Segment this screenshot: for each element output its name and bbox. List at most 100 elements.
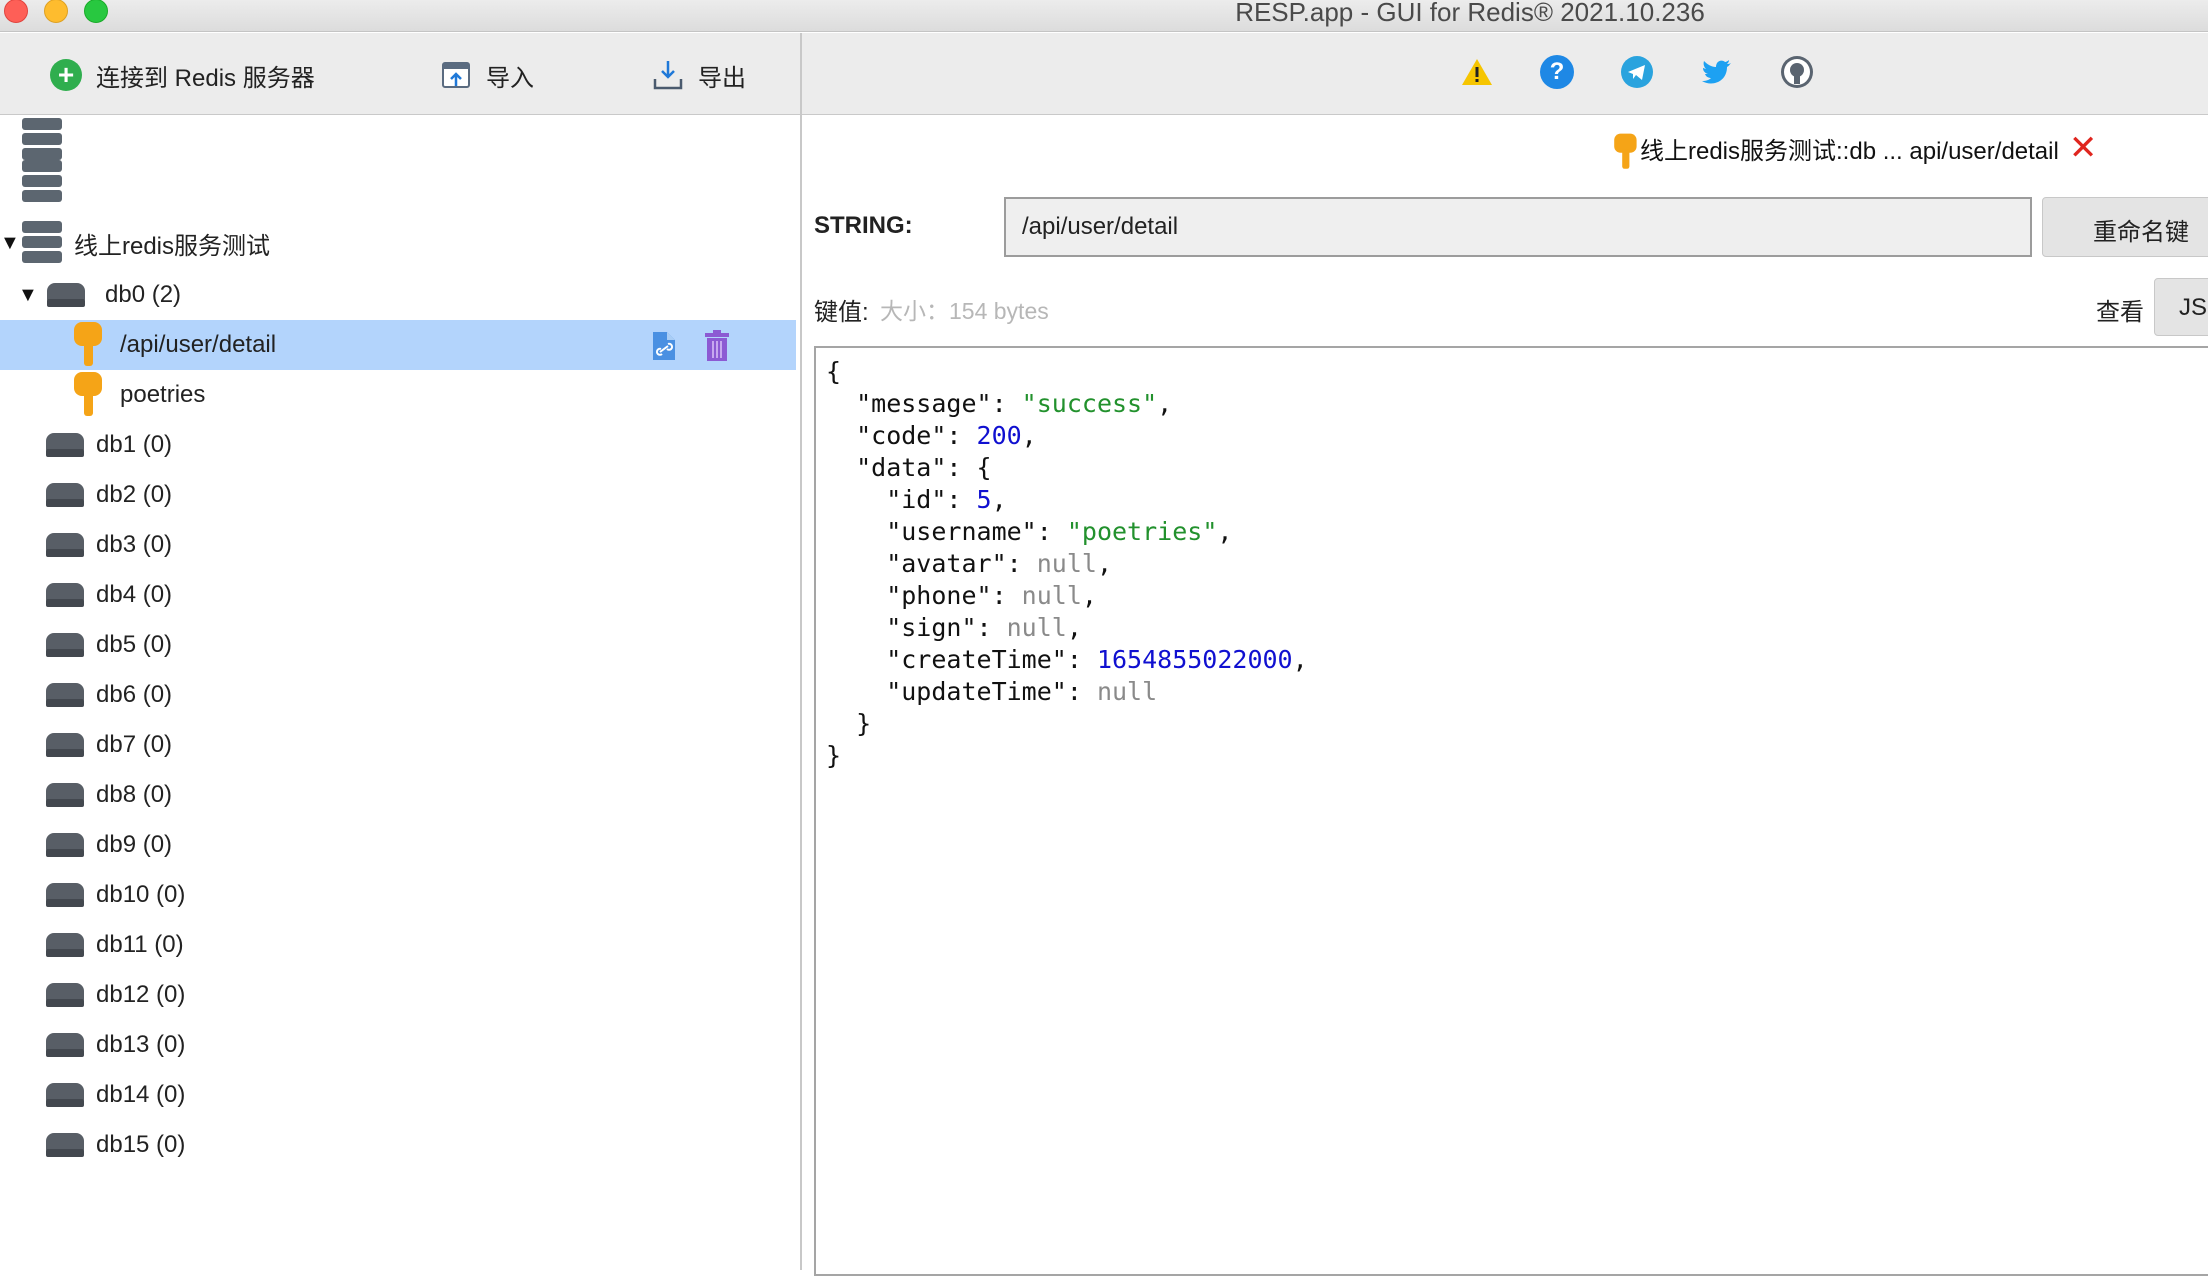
export-icon [652, 59, 684, 91]
expand-arrow-icon[interactable]: ▼ [18, 284, 38, 307]
db-label: db5 (0) [96, 631, 173, 658]
tree-row-db[interactable]: db4 (0) [0, 570, 796, 620]
tree-row-db[interactable]: db8 (0) [0, 770, 796, 820]
tree-row-db[interactable]: db9 (0) [0, 820, 796, 870]
database-icon [46, 433, 84, 457]
tree-row-db[interactable]: db1 (0) [0, 420, 796, 470]
key-icon [72, 370, 104, 420]
connect-redis-label: 连接到 Redis 服务器 [96, 64, 315, 92]
db-label: db2 (0) [96, 481, 173, 508]
key-name: /api/user/detail [120, 331, 277, 358]
json-phone-value: null [1021, 581, 1082, 610]
tree-row-db[interactable]: db3 (0) [0, 520, 796, 570]
close-tab-icon[interactable]: ✕ [2069, 131, 2098, 165]
db-label: db8 (0) [96, 781, 173, 808]
db-label: db13 (0) [96, 1031, 186, 1058]
database-icon [46, 1083, 84, 1107]
tree-row-db[interactable]: db10 (0) [0, 870, 796, 920]
tree-row-db[interactable]: db12 (0) [0, 970, 796, 1020]
tree-row-db[interactable]: db5 (0) [0, 620, 796, 670]
db-label: db11 (0) [96, 931, 184, 958]
telegram-icon[interactable] [1620, 55, 1654, 89]
import-label: 导入 [486, 64, 534, 92]
database-icon [46, 783, 84, 807]
twitter-icon[interactable] [1700, 55, 1734, 89]
key-type-label: STRING: [814, 212, 913, 239]
db-label: db15 (0) [96, 1131, 186, 1158]
left-toolbar: + 连接到 Redis 服务器 导入 导出 [0, 33, 800, 115]
delete-key-icon[interactable] [704, 330, 730, 369]
export-button[interactable]: 导出 [652, 55, 746, 95]
tree-row-db0[interactable]: ▼ db0 (2) [0, 270, 796, 320]
tree-row-db[interactable]: db13 (0) [0, 1020, 796, 1070]
database-icon [46, 883, 84, 907]
format-select[interactable]: JSO [2154, 278, 2208, 336]
pane-splitter[interactable] [800, 33, 802, 1270]
warning-icon[interactable] [1460, 55, 1494, 89]
rename-key-button[interactable]: 重命名键 [2042, 197, 2208, 257]
tree-row-db[interactable]: db11 (0) [0, 920, 796, 970]
connection-tree: ▼ 线上redis服务测试 ▼ db0 (2) /api/user/detail… [0, 116, 800, 1270]
key-tab[interactable]: 线上redis服务测试::db ... api/user/detail ✕ [1610, 128, 2098, 169]
database-icon [46, 483, 84, 507]
database-icon [46, 933, 84, 957]
connect-redis-button[interactable]: + 连接到 Redis 服务器 [50, 55, 315, 95]
tree-row-server[interactable]: ▼ 线上redis服务测试 [0, 218, 796, 268]
db0-label: db0 (2) [105, 281, 182, 308]
db-label: db1 (0) [96, 431, 173, 458]
server-icon [22, 160, 62, 204]
db-label: db9 (0) [96, 831, 173, 858]
tree-row-key-selected[interactable]: /api/user/detail [0, 320, 796, 370]
tree-row-db[interactable]: db6 (0) [0, 670, 796, 720]
database-icon [47, 283, 85, 307]
title-bar: RESP.app - GUI for Redis® 2021.10.236 [0, 0, 2208, 32]
json-username-value: poetries [1081, 517, 1203, 546]
db-label: db12 (0) [96, 981, 186, 1008]
key-icon [72, 320, 104, 370]
db-label: db14 (0) [96, 1081, 186, 1108]
help-icon[interactable]: ? [1540, 55, 1574, 89]
json-createtime-value: 1654855022000 [1096, 645, 1293, 674]
database-icon [46, 533, 84, 557]
json-message-value: success [1036, 389, 1143, 418]
github-icon[interactable] [1780, 55, 1814, 89]
tree-row-db[interactable]: db2 (0) [0, 470, 796, 520]
tree-row-db[interactable]: db7 (0) [0, 720, 796, 770]
db-label: db4 (0) [96, 581, 173, 608]
server-name: 线上redis服务测试 [74, 232, 271, 260]
view-as-label: 查看 [2096, 299, 2144, 326]
database-icon [46, 1033, 84, 1057]
json-id-value: 5 [976, 485, 992, 514]
expand-arrow-icon[interactable]: ▼ [0, 232, 20, 255]
value-size: 大小：154 bytes [880, 298, 1049, 324]
database-icon [46, 583, 84, 607]
key-icon [1613, 132, 1637, 169]
server-icon [22, 118, 62, 162]
database-icon [46, 1133, 84, 1157]
tree-row-key[interactable]: poetries [0, 370, 796, 420]
value-editor[interactable]: { "message": "success", "code": 200, "da… [814, 346, 2208, 1276]
database-icon [46, 833, 84, 857]
key-name-field[interactable]: /api/user/detail [1004, 197, 2032, 257]
key-tab-title: 线上redis服务测试::db ... api/user/detail [1640, 137, 2059, 165]
json-viewer: { "message": "success", "code": 200, "da… [826, 357, 1308, 770]
tree-row-db[interactable]: db14 (0) [0, 1070, 796, 1120]
tree-row-connection-redacted-1[interactable] [0, 118, 796, 162]
import-button[interactable]: 导入 [440, 55, 534, 95]
server-icon [22, 221, 62, 265]
database-icon [46, 633, 84, 657]
json-code-value: 200 [976, 421, 1022, 450]
db-label: db3 (0) [96, 531, 173, 558]
export-label: 导出 [698, 64, 746, 92]
copy-key-icon[interactable] [650, 330, 678, 369]
db-label: db10 (0) [96, 881, 186, 908]
json-sign-value: null [1006, 613, 1067, 642]
db-label: db7 (0) [96, 731, 173, 758]
db-label: db6 (0) [96, 681, 173, 708]
right-toolbar: ? [802, 33, 2208, 115]
value-label: 键值: [814, 299, 869, 326]
tree-row-db[interactable]: db15 (0) [0, 1120, 796, 1170]
json-avatar-value: null [1036, 549, 1097, 578]
tree-row-connection-redacted-2[interactable] [0, 160, 796, 204]
plus-circle-icon: + [50, 59, 82, 91]
